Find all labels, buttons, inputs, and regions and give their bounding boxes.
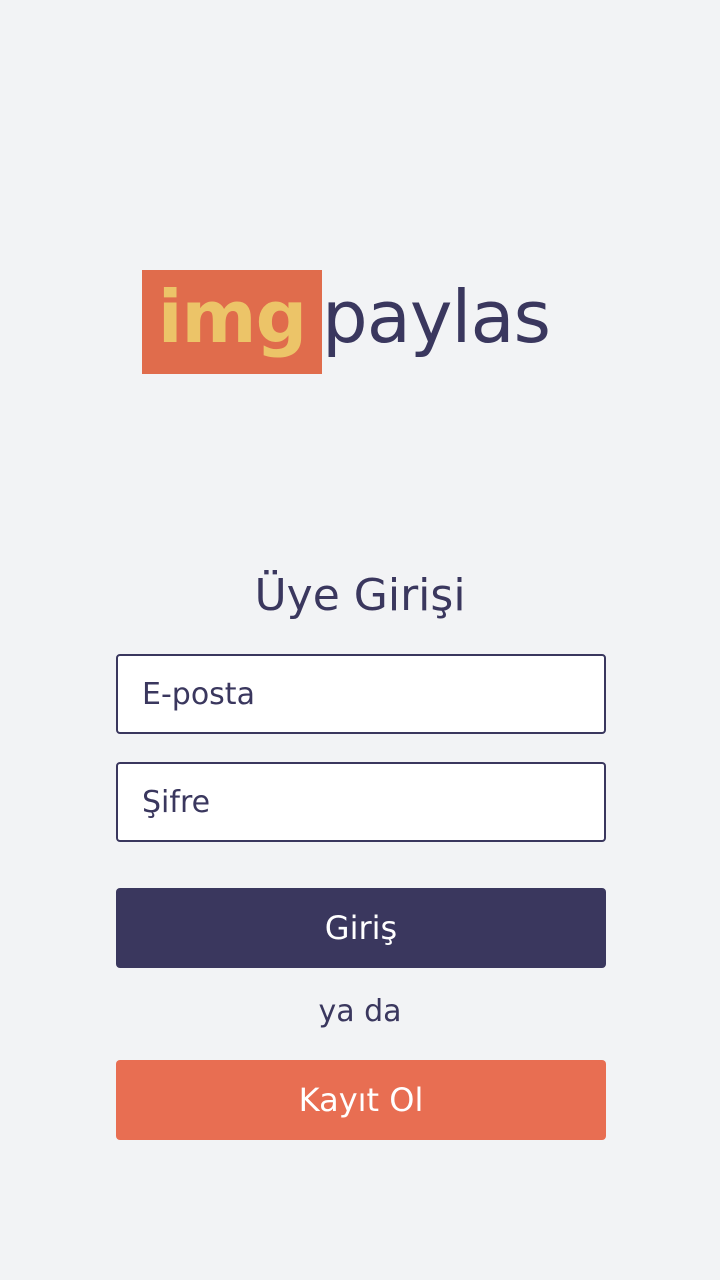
page-title: Üye Girişi (254, 570, 466, 621)
login-button[interactable]: Giriş (116, 888, 606, 968)
register-button[interactable]: Kayıt Ol (116, 1060, 606, 1140)
logo-highlight: img (142, 270, 322, 374)
separator-text: ya da (318, 994, 402, 1029)
email-field[interactable] (116, 654, 606, 734)
app-logo: img paylas (142, 270, 551, 374)
password-field[interactable] (116, 762, 606, 842)
logo-text: paylas (322, 275, 551, 359)
